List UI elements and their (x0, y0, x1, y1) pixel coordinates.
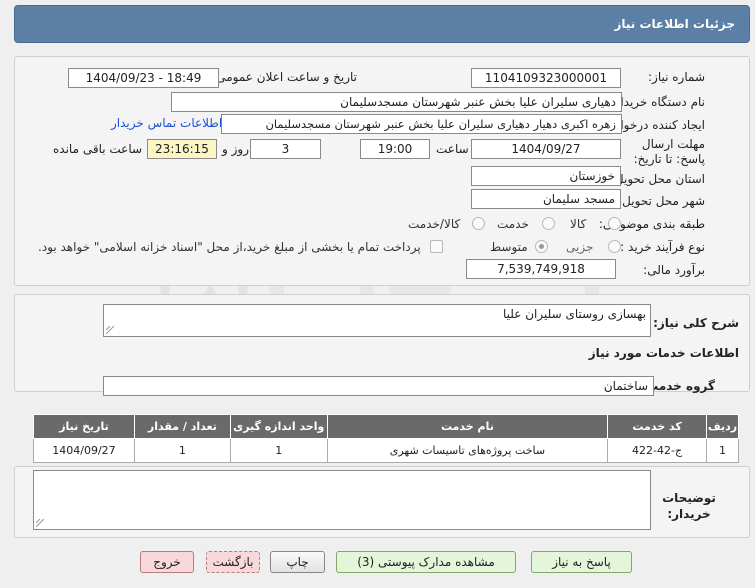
back-button[interactable]: بازگشت (206, 551, 260, 573)
category-service-label: خدمت (497, 217, 529, 231)
col-name: نام خدمت (326, 414, 609, 439)
deadline-date-field: 1404/09/27 (471, 139, 621, 159)
description-field: بهسازی روستای سلیران علیا (103, 304, 651, 337)
treasury-checkbox[interactable] (430, 240, 443, 253)
col-quantity: تعداد / مقدار (133, 414, 231, 439)
process-label: نوع فرآیند خرید : (620, 240, 705, 254)
resize-grip-icon[interactable] (106, 326, 114, 334)
announce-label: تاریخ و ساعت اعلان عمومی: (212, 70, 357, 84)
deadline-time-field: 19:00 (360, 139, 430, 159)
estimate-field: 7,539,749,918 (466, 259, 616, 279)
cell-need-date: 1404/09/27 (33, 438, 135, 463)
days-label: روز و (222, 142, 249, 156)
buyer-contact-link[interactable]: اطلاعات تماس خریدار (111, 116, 222, 130)
col-unit: واحد اندازه گیری (229, 414, 328, 439)
cell-quantity: 1 (133, 438, 231, 463)
category-goods-label: کالا (570, 217, 587, 231)
city-field: مسجد سلیمان (471, 189, 621, 209)
buyer-notes-field[interactable] (33, 470, 651, 530)
exit-button[interactable]: خروج (140, 551, 194, 573)
process-minor-label: جزیی (566, 240, 594, 254)
city-label: شهر محل تحویل: (618, 194, 705, 208)
view-attachments-button[interactable]: مشاهده مدارک پیوستی (3) (336, 551, 516, 573)
cell-name: ساخت پروژه‌های تاسیسات شهری (326, 438, 609, 463)
province-field: خوزستان (471, 166, 621, 186)
table-row: 1 ج-42-422 ساخت پروژه‌های تاسیسات شهری 1… (33, 438, 739, 463)
need-number-label: شماره نیاز: (648, 70, 705, 84)
deadline-label: مهلت ارسال پاسخ: تا تاریخ: (633, 137, 705, 166)
process-radio-minor[interactable] (608, 240, 621, 253)
remaining-time-field: 23:16:15 (147, 139, 217, 159)
services-table: ردیف کد خدمت نام خدمت واحد اندازه گیری ت… (33, 414, 739, 463)
resize-grip-icon[interactable] (36, 519, 44, 527)
cell-code: ج-42-422 (607, 438, 708, 463)
print-button[interactable]: چاپ (270, 551, 325, 573)
buyer-org-label: نام دستگاه خریدار: (610, 95, 706, 109)
estimate-label: برآورد مالی: (643, 263, 705, 277)
process-medium-label: متوسط (490, 240, 528, 254)
remaining-label: ساعت باقی مانده (53, 142, 143, 156)
treasury-note: پرداخت تمام یا بخشی از مبلغ خرید،از محل … (38, 240, 421, 254)
services-section-title: اطلاعات خدمات مورد نیاز (588, 346, 739, 360)
description-label: شرح کلی نیاز: (653, 316, 739, 330)
process-radio-medium[interactable] (535, 240, 548, 253)
cell-unit: 1 (229, 438, 328, 463)
col-row: ردیف (706, 414, 739, 439)
page-title: جزئیات اطلاعات نیاز (614, 17, 735, 31)
announce-field: 1404/09/23 - 18:49 (68, 68, 219, 88)
table-header-row: ردیف کد خدمت نام خدمت واحد اندازه گیری ت… (33, 414, 739, 439)
creator-field: زهره اکبری دهیار دهیاری سلیران علیا بخش … (221, 114, 622, 134)
days-field: 3 (250, 139, 321, 159)
service-group-field: ساختمان (103, 376, 654, 396)
province-label: استان محل تحویل: (610, 172, 705, 186)
deadline-time-label: ساعت (436, 142, 469, 156)
page-title-bar: جزئیات اطلاعات نیاز (14, 5, 750, 43)
category-goods-service-label: کالا/خدمت (408, 217, 461, 231)
cell-row: 1 (706, 438, 739, 463)
reply-button[interactable]: پاسخ به نیاز (531, 551, 632, 573)
category-radio-goods-service[interactable] (472, 217, 485, 230)
col-code: کد خدمت (607, 414, 708, 439)
category-radio-goods[interactable] (608, 217, 621, 230)
buyer-org-field: دهیاری سلیران علیا بخش عنبر شهرستان مسجد… (171, 92, 622, 112)
col-need-date: تاریخ نیاز (33, 414, 135, 439)
category-radio-service[interactable] (542, 217, 555, 230)
need-number-field: 1104109323000001 (471, 68, 621, 88)
buyer-notes-label: توضیحات خریدار: (662, 491, 716, 521)
description-text: بهسازی روستای سلیران علیا (502, 307, 646, 321)
